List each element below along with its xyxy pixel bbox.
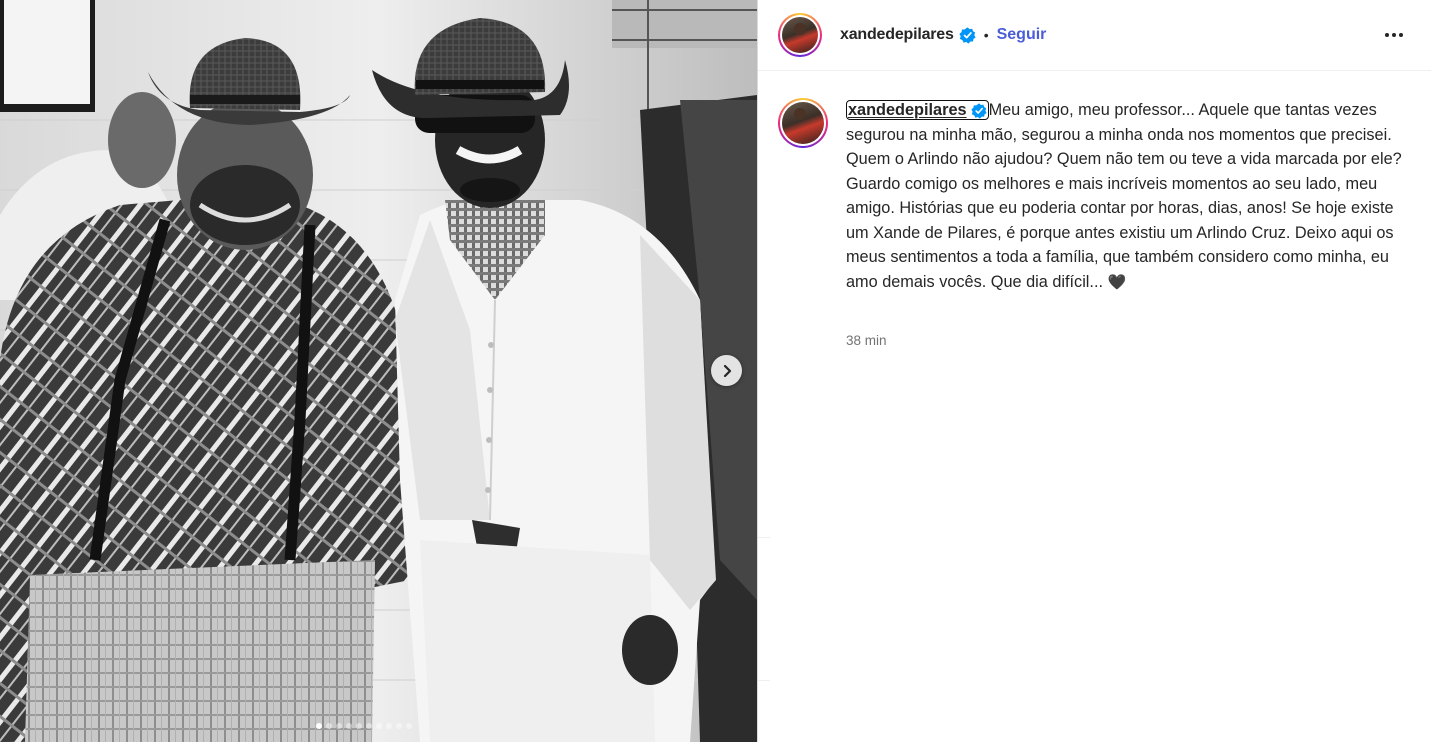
carousel-dot bbox=[406, 723, 412, 729]
carousel-indicator bbox=[316, 723, 412, 729]
carousel-dot bbox=[316, 723, 322, 729]
carousel-dot bbox=[356, 723, 362, 729]
post-timestamp[interactable]: 38 min bbox=[846, 333, 887, 348]
separator-bullet: • bbox=[983, 27, 989, 43]
heart-emoji: 🖤 bbox=[1107, 273, 1127, 291]
more-options-icon[interactable] bbox=[1381, 22, 1407, 48]
caption-row: xandedepilares Meu amigo, meu professor.… bbox=[778, 98, 1418, 295]
carousel-dot bbox=[346, 723, 352, 729]
post-header: xandedepilares • Seguir bbox=[758, 0, 1431, 71]
chevron-right-icon bbox=[723, 364, 731, 377]
carousel-dot bbox=[336, 723, 342, 729]
caption-avatar[interactable] bbox=[778, 98, 828, 148]
post-photo bbox=[0, 0, 757, 742]
caption-text-block: xandedepilares Meu amigo, meu professor.… bbox=[846, 98, 1416, 295]
carousel-dot bbox=[326, 723, 332, 729]
avatar-image bbox=[782, 17, 818, 53]
carousel-dot bbox=[366, 723, 372, 729]
avatar[interactable] bbox=[778, 13, 822, 57]
next-slide-button[interactable] bbox=[711, 355, 742, 386]
follow-button[interactable]: Seguir bbox=[997, 26, 1047, 44]
header-username[interactable]: xandedepilares bbox=[840, 26, 954, 44]
caption-username[interactable]: xandedepilares bbox=[848, 101, 967, 119]
verified-badge-icon bbox=[970, 103, 987, 119]
carousel-dot bbox=[376, 723, 382, 729]
divider bbox=[758, 680, 770, 681]
verified-badge-icon bbox=[959, 26, 976, 44]
post-media[interactable] bbox=[0, 0, 757, 742]
carousel-dot bbox=[396, 723, 402, 729]
avatar-image bbox=[782, 102, 824, 144]
caption-body: Meu amigo, meu professor... Aquele que t… bbox=[846, 101, 1402, 291]
carousel-dot bbox=[386, 723, 392, 729]
divider bbox=[758, 537, 770, 538]
caption-username-link[interactable]: xandedepilares bbox=[846, 100, 989, 120]
panel-divider bbox=[757, 0, 758, 742]
